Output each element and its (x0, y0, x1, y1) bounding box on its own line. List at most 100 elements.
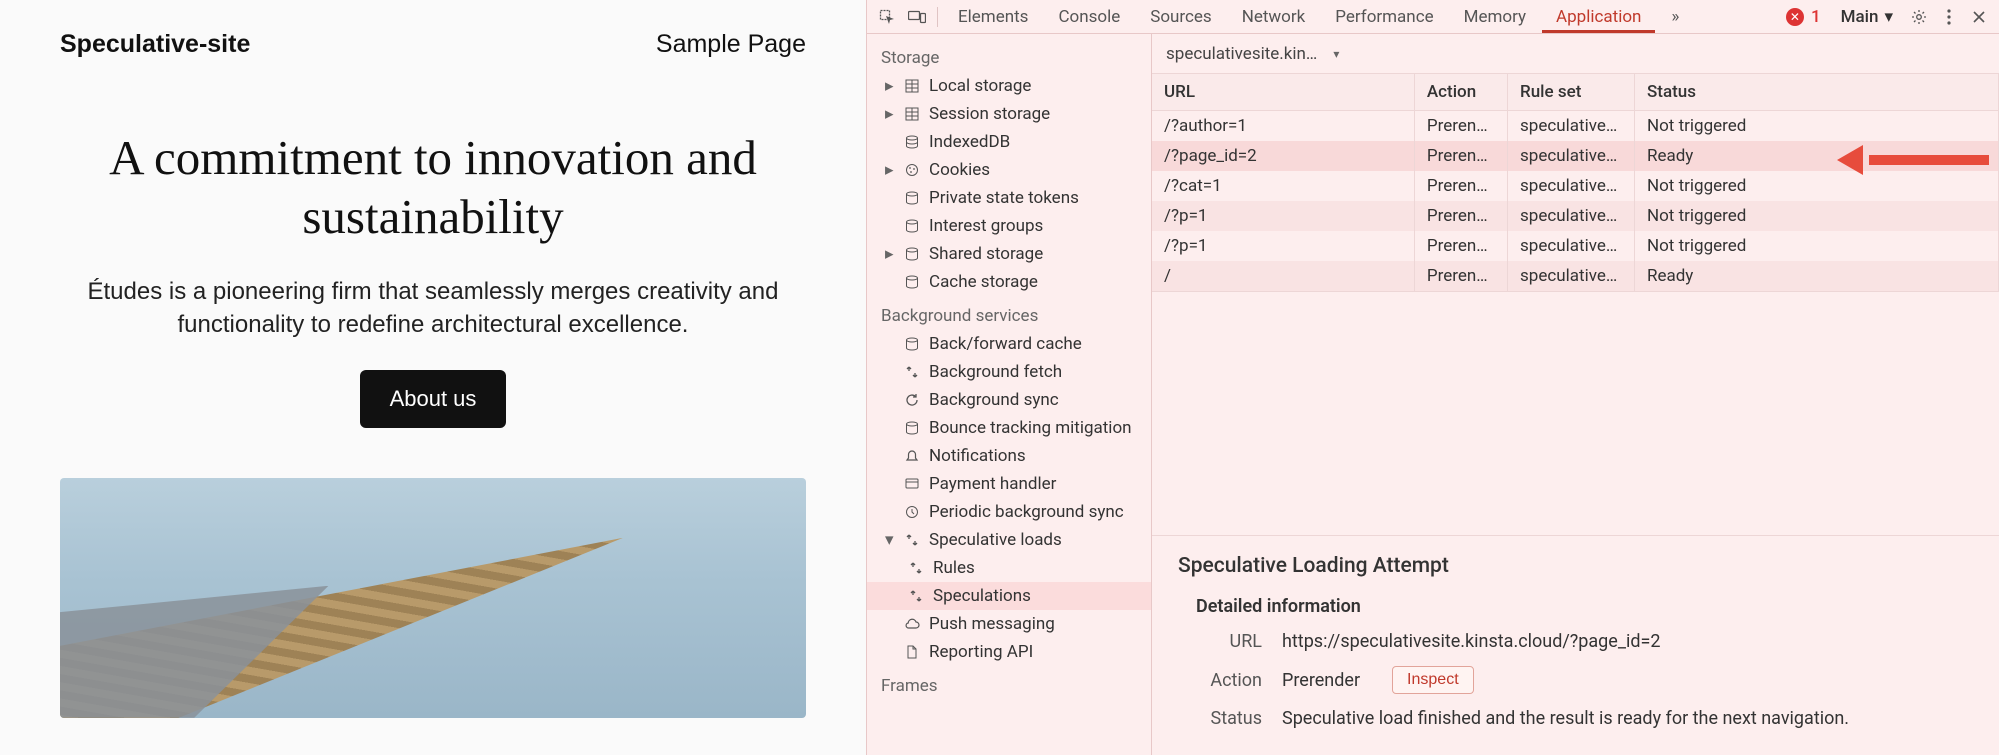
label: Bounce tracking mitigation (929, 418, 1132, 438)
expand-arrow-icon: ▸ (885, 160, 895, 180)
cell-action: Prerender (1414, 141, 1507, 171)
detail-action-key: Action (1190, 670, 1262, 691)
sidebar-shared-storage[interactable]: ▸ Shared storage (867, 240, 1151, 268)
cell-ruleset: speculativesite… (1508, 171, 1635, 201)
col-status[interactable]: Status (1634, 74, 1998, 111)
sidebar-indexeddb[interactable]: IndexedDB (867, 128, 1151, 156)
sidebar-cookies[interactable]: ▸ Cookies (867, 156, 1151, 184)
hero: A commitment to innovation and sustainab… (60, 89, 806, 718)
sidebar-bounce-tracking[interactable]: Bounce tracking mitigation (867, 414, 1151, 442)
expand-arrow-icon: ▸ (885, 104, 895, 124)
table-row[interactable]: /?p=1Prerenderspeculativesite…Not trigge… (1152, 201, 1999, 231)
sidebar-interest-groups[interactable]: Interest groups (867, 212, 1151, 240)
sidebar-notifications[interactable]: Notifications (867, 442, 1151, 470)
tab-more[interactable]: » (1657, 1, 1693, 33)
close-icon[interactable] (1965, 3, 1993, 31)
sidebar-speculative-loads[interactable]: ▾Speculative loads (867, 526, 1151, 554)
sync-icon (903, 363, 921, 381)
cell-url: /?page_id=2 (1152, 141, 1414, 171)
document-icon (903, 643, 921, 661)
tab-console[interactable]: Console (1044, 1, 1134, 33)
devtools-panel: Elements Console Sources Network Perform… (866, 0, 1999, 755)
bell-icon (903, 447, 921, 465)
database-icon (903, 245, 921, 263)
label: Reporting API (929, 642, 1033, 662)
col-url[interactable]: URL (1152, 74, 1414, 111)
cell-url: /?p=1 (1152, 231, 1414, 261)
inspect-button[interactable]: Inspect (1392, 666, 1474, 694)
cell-ruleset: speculativesite… (1508, 141, 1635, 171)
table-row[interactable]: /?p=1Prerenderspeculativesite…Not trigge… (1152, 231, 1999, 261)
site-header: Speculative-site Sample Page (60, 0, 806, 89)
application-sidebar[interactable]: Storage ▸ Local storage ▸ Session storag… (867, 34, 1152, 755)
section-background-services: Background services (867, 296, 1151, 330)
cell-ruleset: speculativesite… (1508, 111, 1635, 142)
device-toolbar-icon[interactable] (903, 3, 931, 31)
error-count: 1 (1811, 7, 1821, 27)
col-ruleset[interactable]: Rule set (1508, 74, 1635, 111)
database-icon (903, 335, 921, 353)
cell-url: / (1152, 261, 1414, 291)
detail-url-value: https://speculativesite.kinsta.cloud/?pa… (1282, 631, 1660, 652)
cell-status: Not triggered (1634, 171, 1998, 201)
sidebar-background-sync[interactable]: Background sync (867, 386, 1151, 414)
sidebar-local-storage[interactable]: ▸ Local storage (867, 72, 1151, 100)
error-indicator[interactable]: ✕ 1 (1778, 7, 1829, 27)
table-row[interactable]: /?page_id=2Prerenderspeculativesite…Read… (1152, 141, 1999, 171)
database-icon (903, 217, 921, 235)
about-us-button[interactable]: About us (360, 370, 507, 428)
detail-action-value: Prerender (1282, 670, 1360, 691)
tab-performance[interactable]: Performance (1321, 1, 1447, 33)
grid-icon (903, 105, 921, 123)
label: Background sync (929, 390, 1059, 410)
gear-icon[interactable] (1905, 3, 1933, 31)
sidebar-reporting-api[interactable]: Reporting API (867, 638, 1151, 666)
cell-url: /?p=1 (1152, 201, 1414, 231)
nav-link-sample-page[interactable]: Sample Page (656, 30, 806, 58)
tab-application[interactable]: Application (1542, 1, 1655, 33)
sidebar-periodic-sync[interactable]: Periodic background sync (867, 498, 1151, 526)
frame-dropdown[interactable]: speculativesite.kin… (1166, 44, 1339, 64)
sidebar-session-storage[interactable]: ▸ Session storage (867, 100, 1151, 128)
cell-status: Not triggered (1634, 231, 1998, 261)
cell-action: Prerender (1414, 171, 1507, 201)
sidebar-cache-storage[interactable]: Cache storage (867, 268, 1151, 296)
website-viewport: Speculative-site Sample Page A commitmen… (0, 0, 866, 755)
label: Push messaging (929, 614, 1055, 634)
label: Private state tokens (929, 188, 1079, 208)
expand-arrow-icon: ▸ (885, 244, 895, 264)
tab-memory[interactable]: Memory (1450, 1, 1540, 33)
site-nav: Sample Page (656, 30, 806, 59)
inspect-element-icon[interactable] (873, 3, 901, 31)
chevron-down-icon: ▾ (1884, 7, 1893, 27)
tab-elements[interactable]: Elements (944, 1, 1042, 33)
error-icon: ✕ (1786, 8, 1804, 26)
sidebar-speculations[interactable]: Speculations (867, 582, 1151, 610)
sidebar-push-messaging[interactable]: Push messaging (867, 610, 1151, 638)
frame-selector-bar: speculativesite.kin… (1152, 34, 1999, 74)
database-icon (903, 133, 921, 151)
table-row[interactable]: /Prerenderspeculativesite…Ready (1152, 261, 1999, 291)
site-title[interactable]: Speculative-site (60, 30, 250, 59)
cell-ruleset: speculativesite… (1508, 231, 1635, 261)
sidebar-bfcache[interactable]: Back/forward cache (867, 330, 1151, 358)
sidebar-rules[interactable]: Rules (867, 554, 1151, 582)
speculation-detail-panel: Speculative Loading Attempt Detailed inf… (1152, 535, 1999, 755)
sidebar-private-state-tokens[interactable]: Private state tokens (867, 184, 1151, 212)
sync-icon (907, 587, 925, 605)
table-row[interactable]: /?cat=1Prerenderspeculativesite…Not trig… (1152, 171, 1999, 201)
section-frames: Frames (867, 666, 1151, 700)
tab-sources[interactable]: Sources (1136, 1, 1225, 33)
target-selector[interactable]: Main ▾ (1831, 7, 1903, 27)
label: Shared storage (929, 244, 1043, 264)
col-action[interactable]: Action (1414, 74, 1507, 111)
application-panel-body: Storage ▸ Local storage ▸ Session storag… (867, 34, 1999, 755)
table-row[interactable]: /?author=1Prerenderspeculativesite…Not t… (1152, 111, 1999, 142)
speculations-table[interactable]: URL Action Rule set Status /?author=1Pre… (1152, 74, 1999, 292)
sidebar-background-fetch[interactable]: Background fetch (867, 358, 1151, 386)
kebab-menu-icon[interactable] (1935, 3, 1963, 31)
sidebar-payment-handler[interactable]: Payment handler (867, 470, 1151, 498)
tab-network[interactable]: Network (1228, 1, 1320, 33)
label: Speculations (933, 586, 1031, 606)
label: Background fetch (929, 362, 1062, 382)
